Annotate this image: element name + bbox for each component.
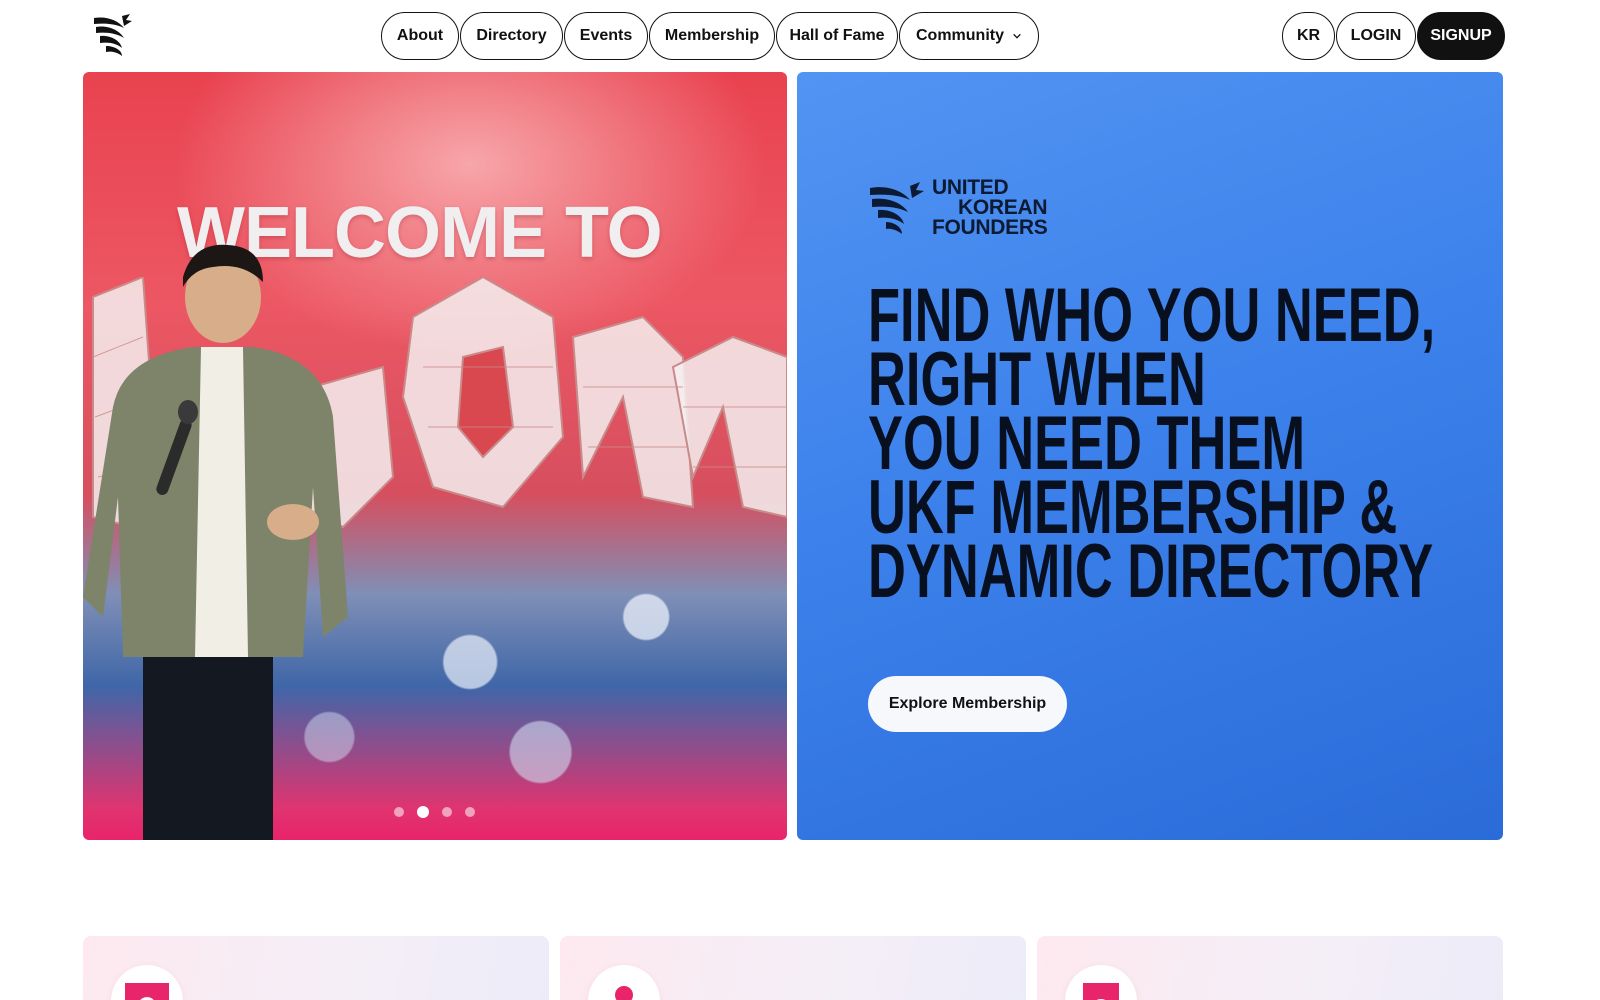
carousel-dot-3[interactable] xyxy=(442,807,452,817)
nav-directory[interactable]: Directory xyxy=(460,12,563,60)
feature-card[interactable] xyxy=(1037,936,1503,1000)
document-icon xyxy=(125,983,169,1000)
ukf-wordmark: UNITED KOREAN FOUNDERS xyxy=(932,176,1048,239)
nav-hall-of-fame[interactable]: Hall of Fame xyxy=(776,12,898,60)
carousel-dot-1[interactable] xyxy=(394,807,404,817)
nav-events-label: Events xyxy=(579,27,633,44)
ukf-wordmark-line-2: KOREAN xyxy=(958,196,1048,219)
headline-line-5: DYNAMIC DIRECTORY xyxy=(868,529,1434,614)
carousel-dot-4[interactable] xyxy=(465,807,475,817)
feature-card[interactable] xyxy=(83,936,549,1000)
nav-events[interactable]: Events xyxy=(564,12,648,60)
login-label: LOGIN xyxy=(1350,27,1402,44)
login-button[interactable]: LOGIN xyxy=(1336,12,1416,60)
site-header: About Directory Events Membership Hall o… xyxy=(0,0,1600,70)
hero-headline: FIND WHO YOU NEED, RIGHT WHEN YOU NEED T… xyxy=(868,278,1435,614)
feature-card-icon-badge xyxy=(1065,965,1137,1000)
explore-membership-label: Explore Membership xyxy=(888,695,1047,712)
phoenix-logo-icon[interactable] xyxy=(92,12,134,56)
nav-about-label: About xyxy=(396,27,444,44)
feature-card-icon-badge xyxy=(111,965,183,1000)
explore-membership-button[interactable]: Explore Membership xyxy=(868,676,1067,732)
feature-card-icon-badge xyxy=(588,965,660,1000)
language-label: KR xyxy=(1296,27,1321,44)
phoenix-logo-icon xyxy=(870,182,924,234)
document-icon xyxy=(1083,983,1119,1000)
nav-membership-label: Membership xyxy=(664,27,760,44)
header-actions: KR LOGIN SIGNUP xyxy=(1282,12,1505,60)
feature-card[interactable] xyxy=(560,936,1026,1000)
hero-promo-panel: UNITED KOREAN FOUNDERS FIND WHO YOU NEED… xyxy=(797,72,1503,840)
hero-carousel[interactable]: WELCOME TO xyxy=(83,72,787,840)
signup-button[interactable]: SIGNUP xyxy=(1417,12,1505,60)
feature-cards xyxy=(83,936,1514,1000)
carousel-pagination xyxy=(394,806,488,818)
nav-hall-of-fame-label: Hall of Fame xyxy=(789,27,885,44)
main-nav: About Directory Events Membership Hall o… xyxy=(381,12,1040,60)
nav-community-label: Community xyxy=(916,27,1004,44)
chevron-down-icon xyxy=(1013,33,1021,39)
ukf-wordmark-line-3: FOUNDERS xyxy=(932,216,1048,239)
nav-directory-label: Directory xyxy=(476,27,547,44)
language-toggle-button[interactable]: KR xyxy=(1282,12,1335,60)
person-icon xyxy=(615,986,633,1000)
nav-membership[interactable]: Membership xyxy=(649,12,775,60)
carousel-dot-2[interactable] xyxy=(417,806,429,818)
ukf-wordmark-line-1: UNITED xyxy=(932,176,1009,199)
signup-label: SIGNUP xyxy=(1430,27,1492,44)
nav-about[interactable]: About xyxy=(381,12,459,60)
ukf-logo: UNITED KOREAN FOUNDERS xyxy=(868,176,1048,239)
nav-community-dropdown[interactable]: Community xyxy=(899,12,1039,60)
speaker-photo xyxy=(83,244,348,840)
